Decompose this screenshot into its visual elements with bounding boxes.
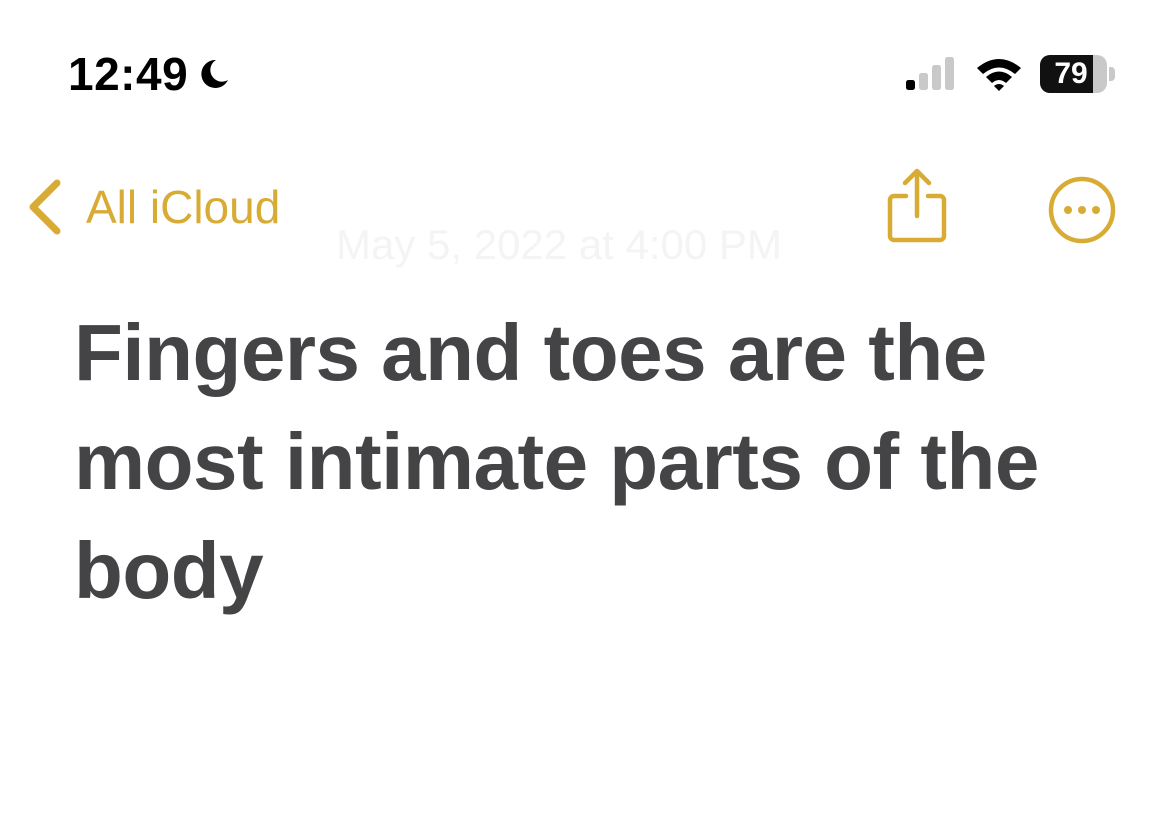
status-time-group: 12:49 [68,46,232,102]
moon-icon [196,56,232,92]
back-label: All iCloud [86,181,281,233]
note-title[interactable]: Fingers and toes are the most intimate p… [74,298,1134,625]
share-icon [887,168,947,243]
battery-indicator: 79 [1040,55,1116,93]
status-bar: 12:49 79 [0,0,1169,120]
signal-bar [932,65,941,90]
signal-bar [945,57,954,90]
signal-bar [919,73,928,90]
battery-tip [1109,67,1115,81]
battery-body: 79 [1040,55,1107,93]
share-button[interactable] [884,166,950,246]
more-button[interactable] [1046,174,1118,246]
cellular-signal-icon [904,56,958,92]
ellipsis-circle-icon [1048,176,1116,244]
battery-percent: 79 [1054,57,1088,90]
status-time: 12:49 [68,48,189,100]
wifi-icon [974,56,1024,92]
back-button[interactable]: All iCloud [24,172,280,242]
chevron-left-icon [24,177,64,237]
signal-bar [906,80,915,90]
note-date: May 5, 2022 at 4:00 PM [336,221,782,268]
